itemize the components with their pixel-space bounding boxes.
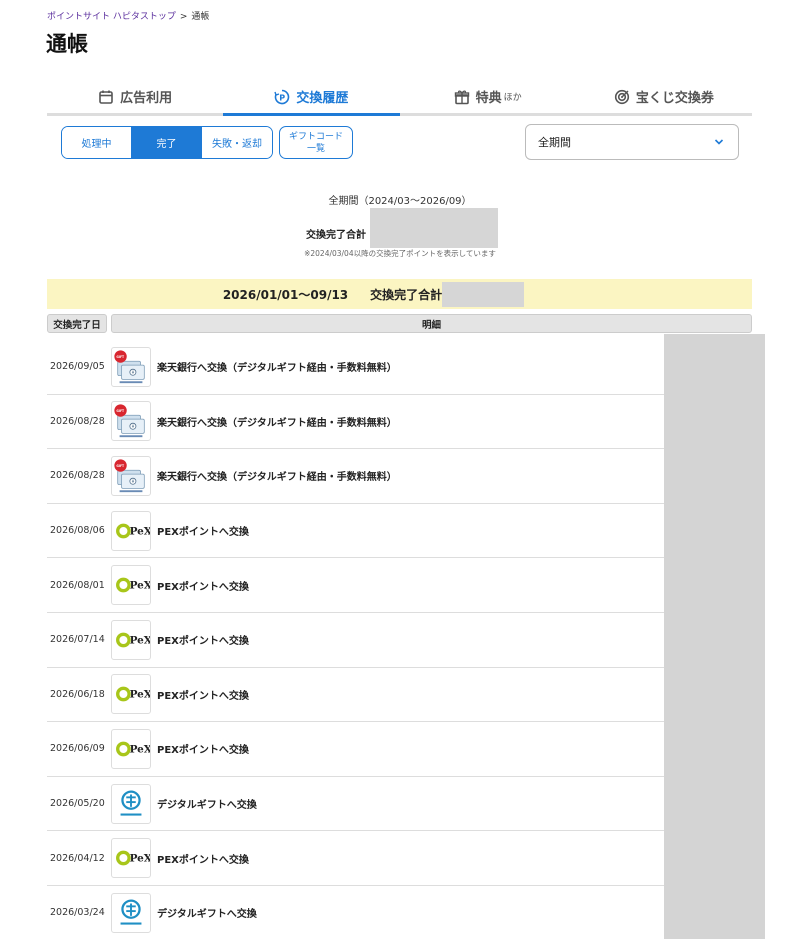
- row-date: 2026/06/09: [50, 743, 105, 755]
- year-range: 2026/01/01〜09/13: [222, 287, 349, 302]
- row-date: 2026/08/01: [50, 579, 105, 591]
- row-date: 2026/08/06: [50, 525, 105, 537]
- row-date: 2026/08/28: [50, 415, 105, 427]
- row-description: 楽天銀行へ交換（デジタルギフト経由・手数料無料）: [157, 363, 397, 375]
- svg-text:¥: ¥: [132, 424, 135, 430]
- gift-code-label-list: 一覧: [306, 143, 325, 154]
- history-row: 2026/06/18 PeX PEXポイントへ交換: [47, 668, 752, 723]
- year-summary-band: 2026/01/01〜09/13 交換完了合計: [47, 279, 752, 309]
- pex-icon: PeX: [111, 510, 151, 551]
- summary-total-label: 交換完了合計: [306, 230, 366, 241]
- gift-code-list-button[interactable]: ギフトコード 一覧: [279, 126, 353, 159]
- tab-label: 特典: [475, 91, 502, 106]
- history-row: 2026/07/14 PeX PEXポイントへ交換: [47, 613, 752, 668]
- tab-label: 交換履歴: [296, 91, 349, 106]
- svg-text:GIFT: GIFT: [116, 355, 125, 359]
- history-row: 2026/08/01 PeX PEXポイントへ交換: [47, 558, 752, 613]
- row-description: PEXポイントへ交換: [157, 745, 249, 757]
- pex-icon: PeX: [111, 838, 151, 879]
- tab-label: 宝くじ交換券: [635, 91, 714, 106]
- svg-text:P: P: [280, 93, 286, 102]
- svg-text:¥: ¥: [132, 479, 135, 485]
- chevron-down-icon: [714, 139, 724, 145]
- digital-gift-icon: [111, 783, 151, 824]
- row-date: 2026/08/28: [50, 470, 105, 482]
- breadcrumb-separator: >: [179, 12, 188, 22]
- redacted-year-total: [442, 281, 525, 307]
- svg-text:GIFT: GIFT: [116, 409, 125, 413]
- row-date: 2026/04/12: [50, 852, 105, 864]
- row-description: PEXポイントへ交換: [157, 854, 249, 866]
- pex-icon: PeX: [111, 565, 151, 606]
- tab-benefits[interactable]: 特典 ほか: [400, 80, 576, 113]
- row-description: 楽天銀行へ交換（デジタルギフト経由・手数料無料）: [157, 472, 397, 484]
- row-date: 2026/05/20: [50, 798, 105, 810]
- tab-bar: 広告利用 P 交換履歴 特典 ほか 宝くじ交換券: [47, 80, 752, 116]
- row-description: PEXポイントへ交換: [157, 690, 249, 702]
- svg-text:¥: ¥: [132, 370, 135, 376]
- svg-text:PeX: PeX: [130, 579, 150, 591]
- summary-period: 全期間（2024/03〜2026/09）: [328, 196, 472, 207]
- pex-icon: PeX: [111, 728, 151, 769]
- svg-text:PeX: PeX: [130, 689, 150, 701]
- row-description: PEXポイントへ交換: [157, 581, 249, 593]
- breadcrumb: ポイントサイト ハピタストップ > 通帳: [47, 9, 209, 22]
- tab-lottery-tickets[interactable]: 宝くじ交換券: [576, 80, 752, 113]
- svg-text:PeX: PeX: [130, 525, 150, 537]
- tab-label: 広告利用: [120, 91, 173, 106]
- row-description: PEXポイントへ交換: [157, 636, 249, 648]
- breadcrumb-home-link[interactable]: ポイントサイト ハピタストップ: [47, 12, 176, 22]
- tab-label-suffix: ほか: [503, 93, 522, 103]
- row-date: 2026/06/18: [50, 688, 105, 700]
- redacted-total-value: [370, 208, 498, 248]
- rakuten-bank-icon: ¥ GIFT: [111, 401, 151, 442]
- pex-icon: PeX: [111, 619, 151, 660]
- history-row: 2026/05/20 デジタルギフトへ交換: [47, 777, 752, 832]
- tab-ad-usage[interactable]: 広告利用: [47, 80, 223, 113]
- svg-text:PeX: PeX: [130, 743, 150, 755]
- svg-text:PeX: PeX: [130, 634, 150, 646]
- rakuten-bank-icon: ¥ GIFT: [111, 346, 151, 387]
- history-row: 2026/08/06 PeX PEXポイントへ交換: [47, 504, 752, 559]
- row-date: 2026/07/14: [50, 634, 105, 646]
- row-description: PEXポイントへ交換: [157, 527, 249, 539]
- point-exchange-icon: P: [274, 89, 290, 104]
- gift-box-icon: [454, 90, 469, 104]
- row-description: デジタルギフトへ交換: [157, 909, 257, 921]
- pex-icon: PeX: [111, 674, 151, 715]
- status-filter: 処理中 完了 失敗・返却: [61, 126, 273, 159]
- svg-text:PeX: PeX: [130, 852, 150, 864]
- period-select-value: 全期間: [538, 136, 571, 149]
- history-row: 2026/09/05 ¥ GIFT 楽天銀行へ交換（デジタルギフト経由・手数料無料）: [47, 340, 752, 395]
- row-date: 2026/09/05: [50, 361, 105, 373]
- filter-failed-button[interactable]: 失敗・返却: [202, 127, 272, 158]
- column-header-date: 交換完了日: [47, 314, 107, 333]
- history-row: 2026/04/12 PeX PEXポイントへ交換: [47, 831, 752, 886]
- filter-completed-button[interactable]: 完了: [132, 127, 202, 158]
- history-row: 2026/08/28 ¥ GIFT 楽天銀行へ交換（デジタルギフト経由・手数料無料）: [47, 395, 752, 450]
- period-select[interactable]: 全期間: [525, 124, 739, 160]
- year-total-label: 交換完了合計: [370, 287, 443, 302]
- row-description: 楽天銀行へ交換（デジタルギフト経由・手数料無料）: [157, 417, 397, 429]
- redacted-points-column: [664, 334, 765, 939]
- tab-exchange-history[interactable]: P 交換履歴: [223, 80, 400, 116]
- gift-code-label: ギフトコード: [288, 131, 343, 142]
- history-row: 2026/08/28 ¥ GIFT 楽天銀行へ交換（デジタルギフト経由・手数料無料）: [47, 449, 752, 504]
- page-title: 通帳: [46, 32, 88, 56]
- column-header-detail: 明細: [111, 314, 752, 333]
- breadcrumb-current: 通帳: [191, 12, 210, 22]
- row-description: デジタルギフトへ交換: [157, 800, 257, 812]
- calendar-icon: [99, 90, 113, 104]
- row-date: 2026/03/24: [50, 907, 105, 919]
- history-row: 2026/03/24 デジタルギフトへ交換: [47, 886, 752, 939]
- history-list: 2026/09/05 ¥ GIFT 楽天銀行へ交換（デジタルギフト経由・手数料無料） 2…: [47, 340, 752, 939]
- digital-gift-icon: [111, 892, 151, 933]
- history-row: 2026/06/09 PeX PEXポイントへ交換: [47, 722, 752, 777]
- target-icon: [614, 89, 629, 104]
- svg-text:GIFT: GIFT: [116, 464, 125, 468]
- summary-note: ※2024/03/04以降の交換完了ポイントを表示しています: [304, 249, 496, 258]
- rakuten-bank-icon: ¥ GIFT: [111, 455, 151, 496]
- filter-processing-button[interactable]: 処理中: [62, 127, 132, 158]
